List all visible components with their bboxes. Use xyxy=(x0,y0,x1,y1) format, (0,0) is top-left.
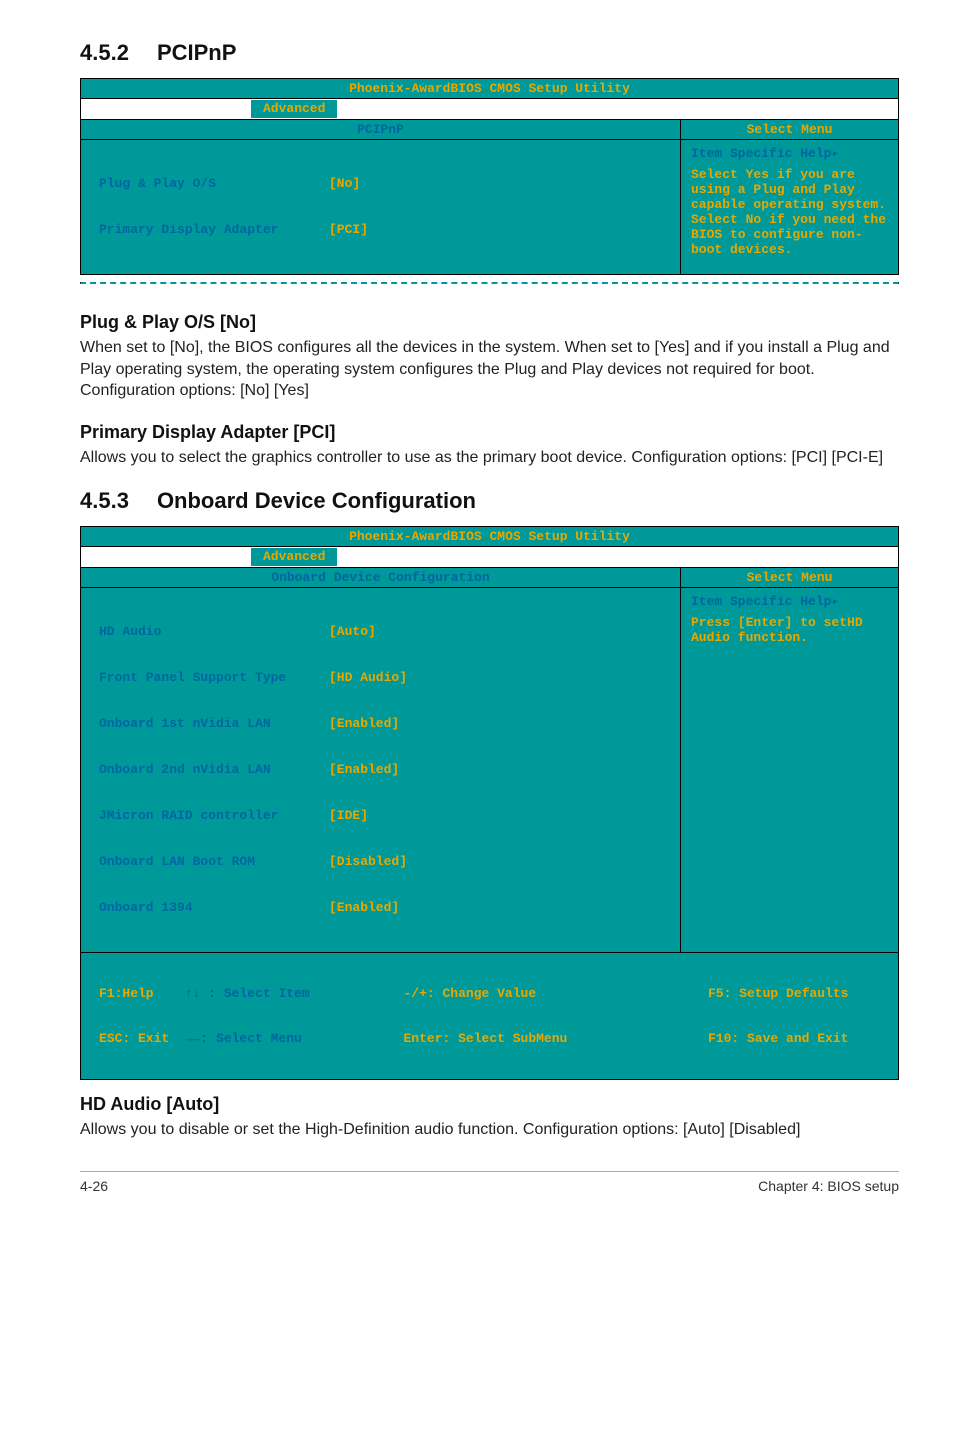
bios-help-pane: Item Specific Help▸ Press [Enter] to set… xyxy=(680,588,898,952)
setting-row-front-panel[interactable]: Front Panel Support Type[HD Audio] xyxy=(99,670,670,685)
bios-tab-row: Advanced xyxy=(81,547,898,567)
key-nav-updown: ↑↓ : Select Item xyxy=(185,986,310,1001)
key-enter: Enter: Select SubMenu xyxy=(404,1031,568,1046)
key-esc: ESC: Exit xyxy=(99,1031,169,1046)
key-f1: F1:Help xyxy=(99,986,154,1001)
setting-label: Front Panel Support Type xyxy=(99,670,329,685)
setting-label: JMicron RAID controller xyxy=(99,808,329,823)
paragraph-hd-audio: Allows you to disable or set the High-De… xyxy=(80,1119,899,1141)
setting-label: Onboard LAN Boot ROM xyxy=(99,854,329,869)
setting-row-lan-boot-rom[interactable]: Onboard LAN Boot ROM[Disabled] xyxy=(99,854,670,869)
section-title: PCIPnP xyxy=(157,40,236,65)
bios-panel-onboard: Phoenix-AwardBIOS CMOS Setup Utility Adv… xyxy=(80,526,899,1080)
bios-subheader-left: PCIPnP xyxy=(81,120,680,139)
setting-row-lan1[interactable]: Onboard 1st nVidia LAN[Enabled] xyxy=(99,716,670,731)
paragraph-primary-display: Allows you to select the graphics contro… xyxy=(80,447,899,469)
subheading-plug-play: Plug & Play O/S [No] xyxy=(80,312,899,333)
section-heading-453: 4.5.3 Onboard Device Configuration xyxy=(80,488,899,514)
setting-value: [Auto] xyxy=(329,624,376,639)
help-body: Select Yes if you are using a Plug and P… xyxy=(691,167,888,257)
setting-value: [No] xyxy=(329,176,360,191)
setting-value: [Enabled] xyxy=(329,762,399,777)
setting-label: Onboard 1394 xyxy=(99,900,329,915)
bios-utility-title: Phoenix-AwardBIOS CMOS Setup Utility xyxy=(81,79,898,99)
setting-value: [Enabled] xyxy=(329,716,399,731)
key-change-value: -/+: Change Value xyxy=(404,986,537,1001)
setting-row-hd-audio[interactable]: HD Audio[Auto] xyxy=(99,624,670,639)
setting-row-plug-play[interactable]: Plug & Play O/S[No] xyxy=(99,176,670,191)
bios-settings-pane: Plug & Play O/S[No] Primary Display Adap… xyxy=(81,140,680,274)
setting-label: HD Audio xyxy=(99,624,329,639)
bios-subheader-left: Onboard Device Configuration xyxy=(81,568,680,587)
setting-value: [PCI] xyxy=(329,222,368,237)
bios-subheader: PCIPnP Select Menu xyxy=(81,119,898,139)
setting-label: Onboard 1st nVidia LAN xyxy=(99,716,329,731)
bios-tab-row: Advanced xyxy=(81,99,898,119)
setting-row-1394[interactable]: Onboard 1394[Enabled] xyxy=(99,900,670,915)
setting-row-primary-display[interactable]: Primary Display Adapter[PCI] xyxy=(99,222,670,237)
key-f5: F5: Setup Defaults xyxy=(708,986,848,1001)
subheading-hd-audio: HD Audio [Auto] xyxy=(80,1094,899,1115)
bios-subheader-right: Select Menu xyxy=(680,568,898,587)
setting-label: Primary Display Adapter xyxy=(99,222,329,237)
setting-value: [Disabled] xyxy=(329,854,407,869)
key-f10: F10: Save and Exit xyxy=(708,1031,848,1046)
setting-label: Onboard 2nd nVidia LAN xyxy=(99,762,329,777)
setting-label: Plug & Play O/S xyxy=(99,176,329,191)
bios-panel-pcipnp: Phoenix-AwardBIOS CMOS Setup Utility Adv… xyxy=(80,78,899,275)
section-number: 4.5.3 xyxy=(80,488,129,513)
bios-subheader-right: Select Menu xyxy=(680,120,898,139)
chapter-label: Chapter 4: BIOS setup xyxy=(758,1178,899,1194)
bios-subheader: Onboard Device Configuration Select Menu xyxy=(81,567,898,587)
page-number: 4-26 xyxy=(80,1178,108,1194)
key-nav-leftright: →←: Select Menu xyxy=(185,1031,302,1046)
help-title: Item Specific Help xyxy=(691,146,831,161)
setting-value: [HD Audio] xyxy=(329,670,407,685)
bios-help-pane: Item Specific Help▸ Select Yes if you ar… xyxy=(680,140,898,274)
section-title: Onboard Device Configuration xyxy=(157,488,476,513)
help-body: Press [Enter] to setHD Audio function. xyxy=(691,615,888,645)
setting-row-lan2[interactable]: Onboard 2nd nVidia LAN[Enabled] xyxy=(99,762,670,777)
bios-tab-advanced[interactable]: Advanced xyxy=(251,548,337,566)
dashed-divider xyxy=(80,282,899,284)
page-footer: 4-26 Chapter 4: BIOS setup xyxy=(80,1171,899,1194)
help-title: Item Specific Help xyxy=(691,594,831,609)
caret-right-icon: ▸ xyxy=(831,146,839,161)
bios-footer-keys: F1:Help ↑↓ : Select Item ESC: Exit →←: S… xyxy=(81,952,898,1079)
bios-utility-title: Phoenix-AwardBIOS CMOS Setup Utility xyxy=(81,527,898,547)
section-number: 4.5.2 xyxy=(80,40,129,65)
bios-settings-pane: HD Audio[Auto] Front Panel Support Type[… xyxy=(81,588,680,952)
section-heading-452: 4.5.2 PCIPnP xyxy=(80,40,899,66)
paragraph-plug-play: When set to [No], the BIOS configures al… xyxy=(80,337,899,402)
caret-right-icon: ▸ xyxy=(831,594,839,609)
setting-row-jmicron[interactable]: JMicron RAID controller[IDE] xyxy=(99,808,670,823)
bios-tab-advanced[interactable]: Advanced xyxy=(251,100,337,118)
subheading-primary-display: Primary Display Adapter [PCI] xyxy=(80,422,899,443)
setting-value: [IDE] xyxy=(329,808,368,823)
setting-value: [Enabled] xyxy=(329,900,399,915)
